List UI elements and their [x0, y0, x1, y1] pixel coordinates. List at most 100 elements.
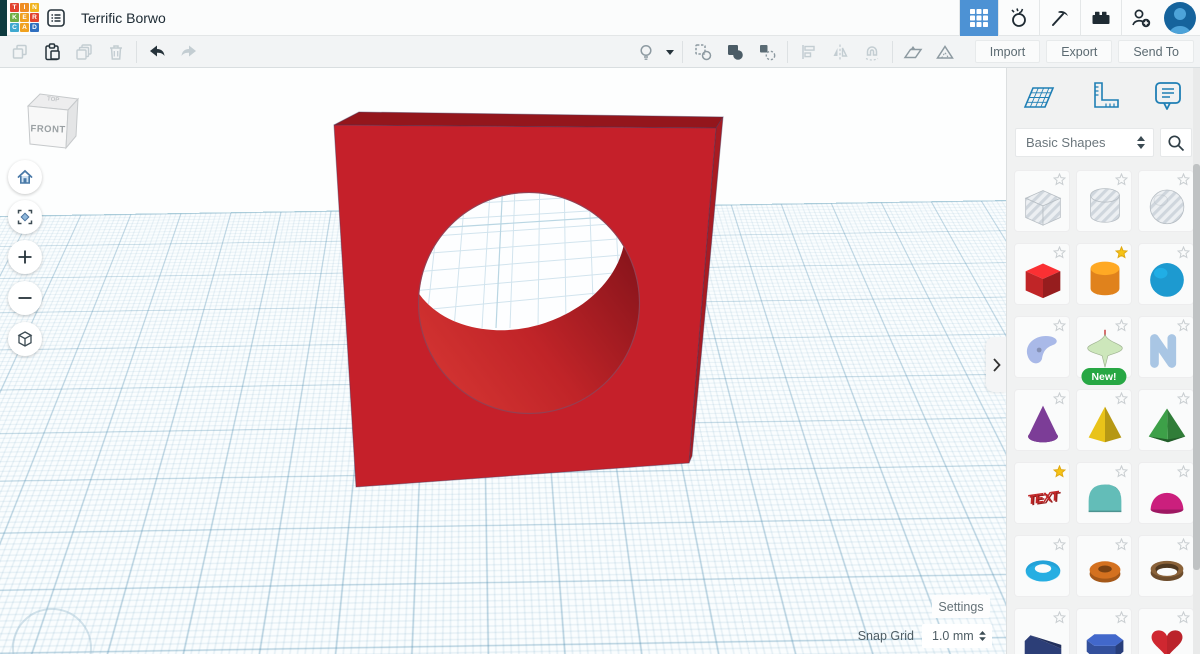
- invite-person-icon: [1129, 6, 1153, 30]
- shape-sphere-hole[interactable]: [1138, 170, 1194, 232]
- view-cube[interactable]: TOP FRONT: [18, 86, 82, 156]
- red-box-shape[interactable]: [334, 112, 723, 487]
- logo-tile: C: [10, 23, 19, 32]
- shape-roof[interactable]: [1138, 389, 1194, 451]
- shape-grid: New! TEXTTEXT: [1007, 157, 1200, 654]
- paste-icon: [42, 42, 62, 62]
- scene: [0, 68, 1006, 654]
- design-properties-button[interactable]: [39, 0, 73, 36]
- redo-button[interactable]: [173, 37, 205, 67]
- up-down-caret-icon: [979, 631, 986, 641]
- snap-grid-select[interactable]: 1.0 mm: [922, 624, 992, 648]
- logo-tile: T: [10, 3, 19, 12]
- undo-button[interactable]: [141, 37, 173, 67]
- blocks-export-button[interactable]: [1040, 0, 1080, 36]
- minus-icon: [17, 290, 33, 306]
- logo-tile: R: [30, 13, 39, 22]
- viewcube-front-label: FRONT: [30, 123, 66, 135]
- shape-tube[interactable]: [1138, 535, 1194, 597]
- shape-pyramid[interactable]: [1076, 389, 1132, 451]
- zoom-in-button[interactable]: [8, 240, 42, 274]
- scrollbar-thumb[interactable]: [1193, 164, 1200, 570]
- 3d-viewport[interactable]: TOP FRONT: [0, 68, 1006, 654]
- plus-icon: [17, 249, 33, 265]
- logo-tile: K: [10, 13, 19, 22]
- up-down-caret-icon: [1137, 136, 1145, 149]
- shape-top[interactable]: New!: [1076, 316, 1132, 378]
- shape-torus-thick[interactable]: [1076, 535, 1132, 597]
- shape-cylinder[interactable]: [1076, 243, 1132, 305]
- shape-text[interactable]: TEXTTEXT: [1014, 462, 1070, 524]
- duplicate-button[interactable]: [68, 37, 100, 67]
- design-title[interactable]: Terrific Borwo: [81, 10, 166, 26]
- notes-button[interactable]: [1150, 78, 1186, 116]
- design-grid-icon: [969, 8, 989, 28]
- shape-sphere[interactable]: [1138, 243, 1194, 305]
- shape-category-select[interactable]: Basic Shapes: [1015, 128, 1154, 157]
- tinkercad-logo-icon[interactable]: TINKERCAD: [10, 3, 39, 32]
- send-to-button[interactable]: Send To: [1118, 40, 1194, 63]
- chevron-down-icon: [665, 48, 675, 56]
- paste-button[interactable]: [36, 37, 68, 67]
- home-icon: [15, 167, 35, 187]
- redo-icon: [178, 42, 200, 62]
- ungroup-all-button[interactable]: [751, 37, 783, 67]
- ruler-helper-button[interactable]: [1086, 78, 1122, 116]
- shape-torus[interactable]: [1014, 535, 1070, 597]
- shape-paraboloid[interactable]: [1138, 462, 1194, 524]
- trash-icon: [106, 42, 126, 62]
- ruler-tool-icon: [934, 42, 956, 62]
- panel-scrollbar[interactable]: [1193, 68, 1200, 654]
- logo-tile: N: [30, 3, 39, 12]
- logo-tile: A: [20, 23, 29, 32]
- perspective-toggle-button[interactable]: [8, 322, 42, 356]
- edit-toolbar: Import Export Send To: [0, 36, 1200, 68]
- workplane-tool-button[interactable]: [897, 37, 929, 67]
- user-avatar-icon: [1163, 1, 1197, 35]
- panel-collapse-tab[interactable]: [986, 337, 1006, 392]
- copy-button[interactable]: [4, 37, 36, 67]
- shape-cone[interactable]: [1014, 389, 1070, 451]
- undo-icon: [146, 42, 168, 62]
- invite-button[interactable]: [1122, 0, 1160, 36]
- shape-box-hole[interactable]: [1014, 170, 1070, 232]
- shape-round-roof[interactable]: [1076, 462, 1132, 524]
- design-properties-icon: [45, 7, 67, 29]
- show-hide-button[interactable]: [630, 37, 662, 67]
- fit-view-button[interactable]: [8, 200, 42, 234]
- window-edge-strip: [0, 0, 7, 36]
- snap-button[interactable]: [856, 37, 888, 67]
- show-hide-dropdown[interactable]: [662, 37, 678, 67]
- shape-heart[interactable]: [1138, 608, 1194, 654]
- design-gallery-button[interactable]: [960, 0, 998, 36]
- export-button[interactable]: Export: [1046, 40, 1112, 63]
- bricks-icon: [1089, 6, 1113, 30]
- notes-icon: [1150, 78, 1186, 116]
- mirror-button[interactable]: [824, 37, 856, 67]
- zoom-out-button[interactable]: [8, 281, 42, 315]
- ruler-tool-button[interactable]: [929, 37, 961, 67]
- search-button[interactable]: [1160, 128, 1192, 157]
- settings-button[interactable]: Settings: [932, 595, 990, 618]
- perspective-cube-icon: [15, 329, 35, 349]
- workplane-helper-button[interactable]: [1021, 78, 1057, 116]
- home-view-button[interactable]: [8, 160, 42, 194]
- shape-cylinder-hole[interactable]: [1076, 170, 1132, 232]
- group-button[interactable]: [687, 37, 719, 67]
- shape-polygon[interactable]: [1076, 608, 1132, 654]
- sim-lab-icon: [1007, 6, 1031, 30]
- shape-squiggle[interactable]: [1138, 316, 1194, 378]
- user-avatar[interactable]: [1160, 0, 1200, 36]
- sim-lab-button[interactable]: [999, 0, 1039, 36]
- ungroup-button[interactable]: [719, 37, 751, 67]
- ungroup-all-icon: [757, 42, 777, 62]
- copy-icon: [10, 42, 30, 62]
- bricks-export-button[interactable]: [1081, 0, 1121, 36]
- align-button[interactable]: [792, 37, 824, 67]
- shape-wedge[interactable]: [1014, 608, 1070, 654]
- ruler-icon: [1087, 79, 1121, 115]
- import-button[interactable]: Import: [975, 40, 1040, 63]
- shape-scribble[interactable]: [1014, 316, 1070, 378]
- shape-box[interactable]: [1014, 243, 1070, 305]
- delete-button[interactable]: [100, 37, 132, 67]
